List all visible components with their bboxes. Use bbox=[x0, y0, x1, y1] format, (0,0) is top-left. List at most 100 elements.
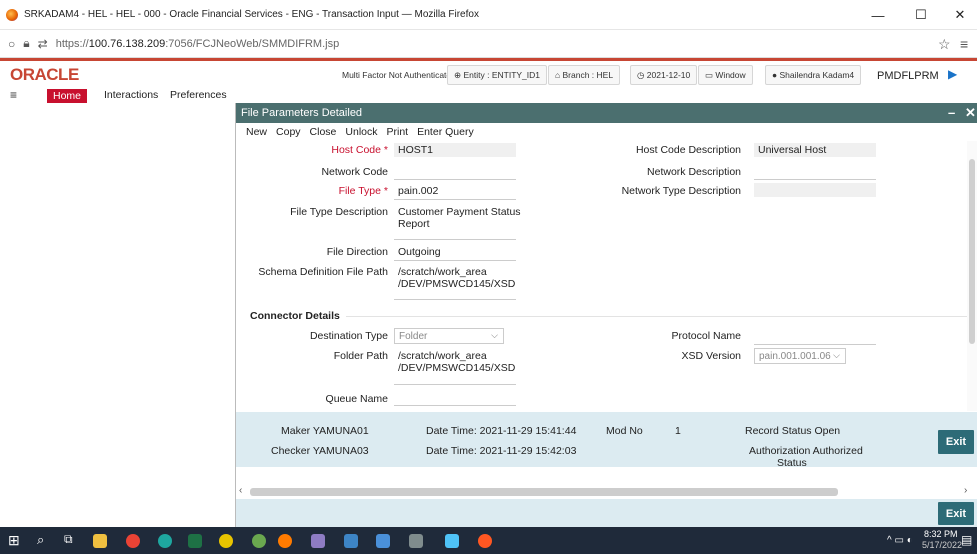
window-icon: ▭ bbox=[705, 69, 716, 80]
entity-button[interactable]: ⊕ Entity : ENTITY_ID1 bbox=[447, 65, 548, 85]
queue-name-input[interactable] bbox=[394, 405, 516, 406]
folder-path-line2: /DEV/PMSWCD145/XSD bbox=[398, 362, 516, 374]
mod-no-value: 1 bbox=[675, 425, 681, 437]
new-button[interactable]: New bbox=[246, 126, 267, 138]
protocol-name-label: Protocol Name bbox=[671, 330, 741, 342]
task-view-icon[interactable]: ⧉ bbox=[64, 532, 73, 547]
file-type-description-label: File Type Description bbox=[290, 206, 388, 218]
edge-icon[interactable] bbox=[158, 534, 172, 548]
host-code-description-value: Universal Host bbox=[758, 144, 827, 156]
window-titlebar: File Parameters Detailed – ✕ bbox=[236, 103, 977, 123]
clock-icon: ◷ bbox=[637, 69, 647, 80]
folder-path-label: Folder Path bbox=[333, 350, 388, 362]
scroll-left-icon[interactable]: ‹ bbox=[239, 485, 242, 496]
url-text[interactable]: https://100.76.138.209:7056/FCJNeoWeb/SM… bbox=[56, 38, 340, 50]
network-code-label: Network Code bbox=[321, 166, 388, 178]
branch-button[interactable]: ⌂ Branch : HEL bbox=[548, 65, 621, 85]
globe-icon: ⊕ bbox=[454, 69, 464, 80]
menu-home[interactable]: Home bbox=[47, 89, 88, 103]
section-divider bbox=[346, 316, 968, 317]
folder-path-underline bbox=[394, 384, 516, 385]
hamburger-menu-icon[interactable]: ≡ bbox=[10, 88, 17, 102]
firefox-icon bbox=[6, 8, 18, 21]
play-icon[interactable]: ▶ bbox=[948, 67, 957, 81]
print-button[interactable]: Print bbox=[387, 126, 409, 138]
permissions-icon: ⇄ bbox=[37, 36, 48, 51]
network-type-description-bg bbox=[754, 183, 876, 197]
horizontal-scrollbar[interactable]: ‹ › bbox=[236, 485, 977, 499]
xsd-version-label: XSD Version bbox=[681, 350, 741, 362]
lock-icon: 🔒︎ bbox=[23, 36, 30, 50]
firefox-taskbar-icon[interactable] bbox=[278, 534, 292, 548]
app-icon-yellow[interactable] bbox=[219, 534, 233, 548]
address-bar[interactable]: ○ 🔒︎ ⇄ https://100.76.138.209:7056/FCJNe… bbox=[0, 30, 977, 58]
windows-start-icon[interactable]: ⊞ bbox=[8, 532, 20, 549]
audit-panel: Maker YAMUNA01 Date Time: 2021-11-29 15:… bbox=[236, 412, 977, 469]
horizontal-scroll-thumb[interactable] bbox=[250, 488, 838, 496]
host-code-description-label: Host Code Description bbox=[635, 144, 741, 156]
network-type-description-label: Network Type Description bbox=[621, 185, 741, 197]
notification-icon[interactable]: ▤ bbox=[961, 533, 972, 547]
chevron-down-icon: ⌵ bbox=[491, 330, 498, 340]
app-icon-green[interactable] bbox=[252, 534, 266, 548]
environment-name: PMDFLPRM bbox=[877, 70, 939, 82]
unlock-button[interactable]: Unlock bbox=[345, 126, 377, 138]
bookmark-star-icon[interactable]: ☆ bbox=[938, 36, 951, 53]
app-icon-orange[interactable] bbox=[478, 534, 492, 548]
shield-icon: ○ bbox=[8, 36, 16, 51]
vertical-scrollbar[interactable] bbox=[967, 141, 977, 411]
record-status: Record Status Open bbox=[745, 425, 841, 437]
scroll-right-icon[interactable]: › bbox=[964, 485, 967, 496]
excel-icon[interactable] bbox=[188, 534, 202, 548]
chrome-icon[interactable] bbox=[126, 534, 140, 548]
outlook-icon[interactable] bbox=[445, 534, 459, 548]
search-icon[interactable]: ⌕ bbox=[37, 532, 44, 548]
maximize-button[interactable]: ☐ bbox=[904, 0, 938, 30]
xsd-version-select[interactable]: pain.001.001.06 ⌵ bbox=[754, 348, 846, 364]
system-tray-icons[interactable]: ^ ▭ ◐ bbox=[887, 535, 913, 546]
exit-button-audit[interactable]: Exit bbox=[938, 430, 974, 454]
clock-date[interactable]: 5/17/2022 bbox=[922, 540, 962, 550]
minimize-screen-icon[interactable]: – bbox=[948, 105, 955, 120]
close-screen-icon[interactable]: ✕ bbox=[965, 105, 976, 121]
file-direction-underline bbox=[394, 260, 516, 261]
network-code-input[interactable] bbox=[394, 179, 516, 180]
date-button[interactable]: ◷ 2021-12-10 bbox=[630, 65, 698, 85]
close-button[interactable]: Close bbox=[310, 126, 337, 138]
minimize-button[interactable]: — bbox=[861, 0, 895, 30]
app-icon-gray[interactable] bbox=[409, 534, 423, 548]
app-icon-lightblue[interactable] bbox=[376, 534, 390, 548]
file-type-input[interactable]: pain.002 bbox=[398, 185, 438, 197]
close-window-button[interactable]: ✕ bbox=[943, 0, 977, 30]
file-type-description-underline bbox=[394, 239, 516, 240]
file-type-label: File Type * bbox=[338, 185, 388, 197]
user-button[interactable]: ● Shailendra Kadam4 bbox=[765, 65, 862, 85]
clock-time[interactable]: 8:32 PM bbox=[924, 529, 958, 539]
app-icon-blue[interactable] bbox=[344, 534, 358, 548]
file-direction-value: Outgoing bbox=[398, 246, 441, 258]
destination-type-select[interactable]: Folder ⌵ bbox=[394, 328, 504, 344]
network-description-input[interactable] bbox=[754, 179, 876, 180]
file-explorer-icon[interactable] bbox=[93, 534, 107, 548]
schema-path-line2: /DEV/PMSWCD145/XSD bbox=[398, 278, 516, 290]
checker-datetime: Date Time: 2021-11-29 15:42:03 bbox=[426, 445, 577, 457]
menu-preferences[interactable]: Preferences bbox=[170, 89, 227, 101]
schema-path-label: Schema Definition File Path bbox=[258, 266, 388, 278]
enter-query-button[interactable]: Enter Query bbox=[417, 126, 474, 138]
app-menu-icon[interactable]: ≡ bbox=[960, 36, 968, 52]
protocol-name-input[interactable] bbox=[754, 344, 876, 345]
copy-button[interactable]: Copy bbox=[276, 126, 301, 138]
chevron-down-icon: ⌵ bbox=[833, 350, 840, 360]
windows-taskbar: ⊞ ⌕ ⧉ ^ ▭ ◐ 8:32 PM 5/17/2022 ▤ bbox=[0, 527, 977, 554]
scroll-thumb[interactable] bbox=[969, 159, 975, 344]
host-code-input[interactable]: HOST1 bbox=[398, 144, 433, 156]
maker: Maker YAMUNA01 bbox=[281, 425, 369, 437]
menu-interactions[interactable]: Interactions bbox=[104, 89, 158, 101]
oracle-logo: ORACLE bbox=[10, 65, 79, 84]
user-icon: ● bbox=[772, 70, 780, 80]
window-button[interactable]: ▭ Window bbox=[698, 65, 753, 85]
connector-details-heading: Connector Details bbox=[250, 310, 340, 322]
mfa-status: Multi Factor Not Authenticated bbox=[342, 70, 456, 80]
exit-button[interactable]: Exit bbox=[938, 502, 974, 525]
app-icon-purple[interactable] bbox=[311, 534, 325, 548]
